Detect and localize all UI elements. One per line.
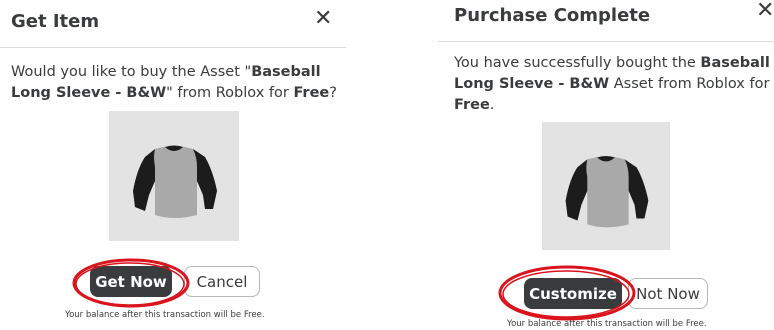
dialog-title: Purchase Complete	[454, 5, 651, 26]
message-suffix: .	[489, 97, 495, 113]
divider	[0, 47, 346, 48]
message-middle: Asset from Roblox for	[609, 76, 770, 92]
cancel-button[interactable]: Cancel	[184, 266, 260, 297]
item-price: Free	[293, 85, 330, 101]
divider	[438, 41, 774, 42]
message-middle: " from Roblox for	[166, 85, 294, 101]
close-icon[interactable]: ✕	[314, 8, 332, 30]
get-now-button[interactable]: Get Now	[90, 266, 172, 297]
message-suffix: ?	[329, 85, 337, 101]
message-prefix: You have successfully bought the	[454, 55, 701, 71]
purchase-confirmation: You have successfully bought the Basebal…	[454, 53, 772, 116]
not-now-button[interactable]: Not Now	[628, 278, 708, 309]
customize-button[interactable]: Customize	[524, 278, 622, 309]
purchase-prompt: Would you like to buy the Asset "Basebal…	[11, 62, 345, 104]
close-icon[interactable]: ✕	[756, 0, 774, 22]
get-item-dialog: Get Item ✕ Would you like to buy the Ass…	[0, 0, 346, 330]
item-price: Free	[454, 97, 490, 113]
item-thumbnail	[542, 122, 670, 250]
item-thumbnail	[109, 111, 239, 241]
balance-note: Your balance after this transaction will…	[507, 319, 707, 329]
message-prefix: Would you like to buy the Asset "	[11, 64, 252, 80]
balance-note: Your balance after this transaction will…	[65, 310, 265, 320]
shirt-thumbnail	[133, 145, 217, 218]
purchase-complete-dialog: Purchase Complete ✕ You have successfull…	[438, 0, 774, 330]
dialog-title: Get Item	[11, 11, 100, 32]
shirt-thumbnail	[565, 155, 649, 228]
